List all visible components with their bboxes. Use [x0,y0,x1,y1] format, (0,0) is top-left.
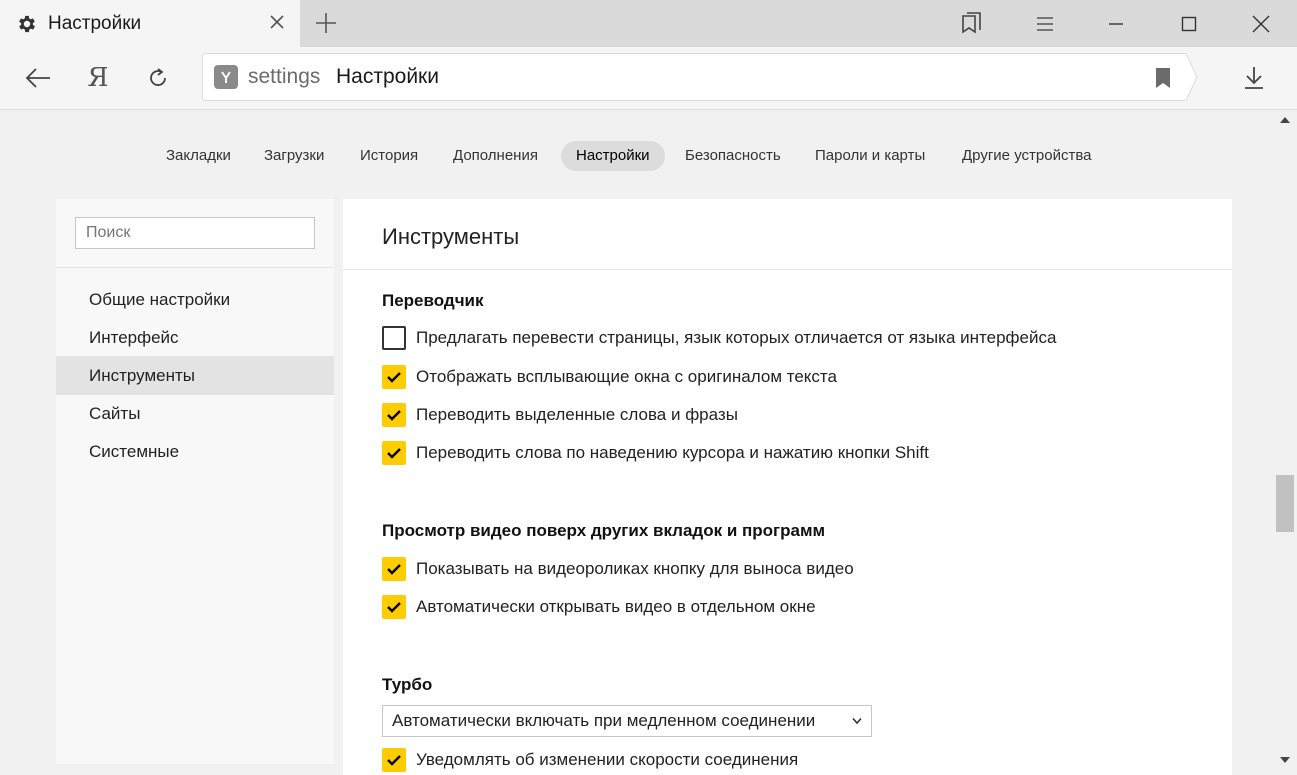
scrollbar-thumb[interactable] [1276,475,1294,532]
sidebar-item-tools[interactable]: Инструменты [56,356,334,395]
back-button[interactable] [18,58,58,98]
yandex-logo: Я [87,63,109,93]
settings-page: Закладки Загрузки История Дополнения Нас… [0,111,1273,775]
option-offer-translate[interactable]: Предлагать перевести страницы, язык кото… [382,326,1056,350]
option-translate-selected[interactable]: Переводить выделенные слова и фразы [382,403,738,427]
sidebar: Общие настройки Интерфейс Инструменты Са… [56,199,334,764]
checkbox-checked[interactable] [382,365,406,389]
option-label: Автоматически открывать видео в отдельно… [416,597,816,616]
reload-icon [150,68,166,86]
nav-bookmarks[interactable]: Закладки [151,141,246,171]
collections-button[interactable] [936,0,1008,47]
address-bar[interactable]: settings Настройки [202,53,1198,101]
yandex-site-icon [214,65,238,89]
turbo-mode-select[interactable]: Автоматически включать при медленном сое… [382,705,872,737]
settings-panel: Инструменты Переводчик Предлагать переве… [343,199,1232,775]
nav-passwords-cards[interactable]: Пароли и карты [800,141,940,171]
close-icon [1252,15,1270,32]
top-nav: Закладки Загрузки История Дополнения Нас… [0,141,1273,173]
checkmark-icon [387,448,401,459]
tab-close-icon[interactable] [266,11,288,33]
option-notify-speed-change[interactable]: Уведомлять об изменении скорости соедине… [382,748,798,772]
minimize-icon [1109,22,1123,25]
sidebar-divider [56,267,334,268]
sidebar-item-general[interactable]: Общие настройки [56,280,334,319]
scroll-up-arrow[interactable] [1273,111,1297,129]
close-window-button[interactable] [1225,0,1297,47]
option-translate-hover-shift[interactable]: Переводить слова по наведению курсора и … [382,441,929,465]
triangle-down-icon [1280,757,1290,763]
select-value: Автоматически включать при медленном сое… [392,711,816,730]
chevron-down-icon [852,717,862,725]
section-title-translator: Переводчик [382,291,484,310]
option-video-auto-window[interactable]: Автоматически открывать видео в отдельно… [382,595,816,619]
option-label: Показывать на видеороликах кнопку для вы… [416,559,854,578]
download-icon [1245,67,1263,89]
maximize-button[interactable] [1153,0,1225,47]
hamburger-icon [1037,16,1053,31]
collections-icon [962,11,981,33]
reload-button[interactable] [138,58,178,98]
option-show-original-popup[interactable]: Отображать всплывающие окна с оригиналом… [382,365,837,389]
nav-other-devices[interactable]: Другие устройства [947,141,1106,171]
search-input[interactable] [75,217,315,249]
checkbox-checked[interactable] [382,441,406,465]
nav-history[interactable]: История [345,141,433,171]
tab-title: Настройки [48,13,142,34]
sidebar-item-sites[interactable]: Сайты [56,394,334,433]
section-title-turbo: Турбо [382,675,433,694]
option-label: Переводить слова по наведению курсора и … [416,443,929,462]
checkmark-icon [387,410,401,421]
toolbar: Я settings Настройки [0,47,1297,110]
option-label: Отображать всплывающие окна с оригиналом… [416,367,837,386]
maximize-icon [1181,16,1197,31]
nav-extensions[interactable]: Дополнения [438,141,553,171]
checkbox-checked[interactable] [382,595,406,619]
checkmark-icon [387,564,401,575]
option-label: Переводить выделенные слова и фразы [416,405,738,424]
scrollbar[interactable] [1273,111,1297,775]
yandex-home-button[interactable]: Я [78,58,118,98]
gear-icon [19,15,35,33]
nav-security[interactable]: Безопасность [670,141,796,171]
url-host: settings [248,65,321,88]
url-page-title: Настройки [336,65,439,88]
panel-title: Инструменты [382,224,520,249]
downloads-button[interactable] [1234,58,1274,98]
tab-settings[interactable]: Настройки [0,0,300,47]
panel-divider [343,269,1232,270]
minimize-button[interactable] [1080,0,1152,47]
menu-button[interactable] [1009,0,1081,47]
checkbox-checked[interactable] [382,748,406,772]
bookmark-icon[interactable] [1154,67,1172,89]
nav-downloads[interactable]: Загрузки [249,141,339,171]
checkmark-icon [387,372,401,383]
triangle-up-icon [1280,117,1290,123]
checkmark-icon [387,755,401,766]
new-tab-icon[interactable] [314,11,338,35]
scroll-down-arrow[interactable] [1273,751,1297,769]
tab-bar: Настройки [0,0,1297,47]
option-video-popout-button[interactable]: Показывать на видеороликах кнопку для вы… [382,557,854,581]
sidebar-item-interface[interactable]: Интерфейс [56,318,334,357]
checkbox-checked[interactable] [382,403,406,427]
option-label: Предлагать перевести страницы, язык кото… [416,328,1057,347]
checkbox-unchecked[interactable] [382,326,406,350]
section-title-video: Просмотр видео поверх других вкладок и п… [382,521,826,540]
nav-settings[interactable]: Настройки [561,141,665,171]
option-label: Уведомлять об изменении скорости соедине… [416,750,799,769]
checkmark-icon [387,602,401,613]
sidebar-item-system[interactable]: Системные [56,432,334,471]
checkbox-checked[interactable] [382,557,406,581]
back-arrow-icon [25,68,50,88]
